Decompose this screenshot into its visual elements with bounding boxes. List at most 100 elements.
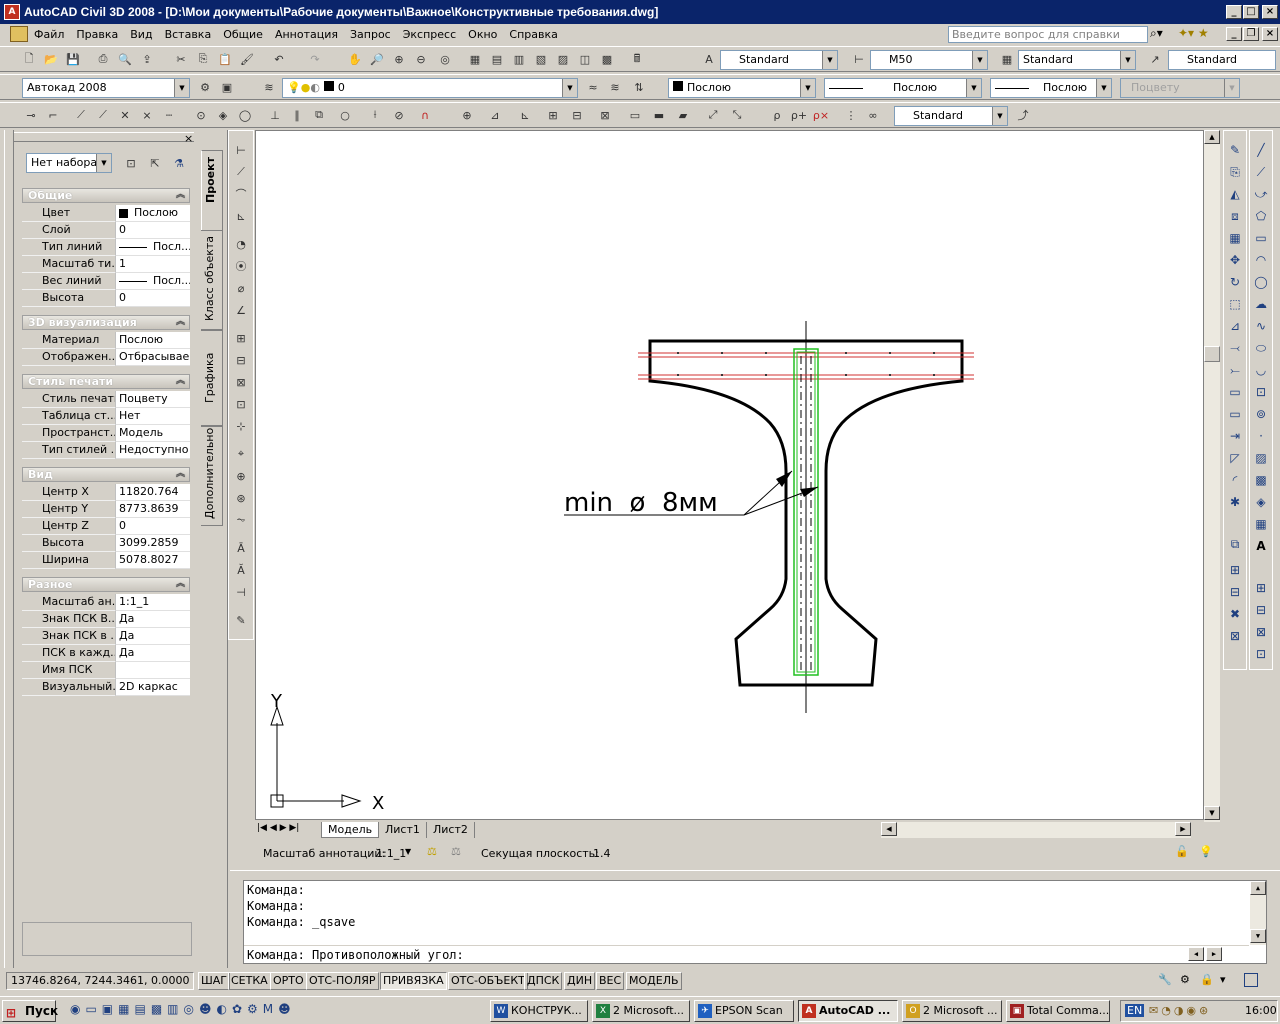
perpendicular-icon[interactable]: ⊥ — [266, 106, 284, 124]
multileader-add-icon[interactable]: ⤡ — [728, 106, 746, 124]
workspace-settings-icon[interactable]: ⚙ — [196, 78, 214, 96]
vertical-scrollbar[interactable]: ▲ ▼ — [1204, 130, 1220, 822]
circle-icon[interactable]: ◯ — [1252, 273, 1270, 291]
unlock-icon[interactable]: 🔓 — [1175, 845, 1189, 858]
explode-icon[interactable]: ✱ — [1226, 493, 1244, 511]
dim-style-icon[interactable]: ⊢ — [850, 50, 868, 68]
point-icon[interactable]: · — [1252, 427, 1270, 445]
aligned-dim-icon[interactable]: ⟋ — [232, 163, 250, 181]
chevron-down-icon[interactable]: ▼ — [822, 51, 837, 69]
diameter-dim-icon[interactable]: ⌀ — [232, 279, 250, 297]
view-4-icon[interactable]: ⊡ — [1252, 645, 1270, 663]
mleader-collect-icon[interactable]: ∞ — [864, 106, 882, 124]
make-block-icon[interactable]: ⊚ — [1252, 405, 1270, 423]
menu-view[interactable]: Вид — [124, 28, 158, 41]
model-toggle[interactable]: МОДЕЛЬ — [626, 972, 682, 990]
center-icon[interactable]: ⊙ — [192, 106, 210, 124]
property-row[interactable]: Слой 0 — [22, 222, 190, 239]
dim-style-manager-icon[interactable]: ▰ — [674, 106, 692, 124]
sheetset-icon[interactable]: ▧ — [532, 50, 550, 68]
view-1-icon[interactable]: ⊞ — [1252, 579, 1270, 597]
selection-select[interactable]: Нет набора ▼ — [26, 153, 112, 173]
endpoint-icon[interactable]: ⟋ — [72, 106, 90, 124]
dim-space-icon[interactable]: ⊠ — [596, 106, 614, 124]
radius-dim-icon[interactable]: ◔ — [232, 235, 250, 253]
property-row[interactable]: Тип стилей ... Недоступно — [22, 442, 190, 459]
search-icon[interactable]: ⌕▾ — [1150, 26, 1163, 41]
tangent-icon[interactable]: ◯ — [236, 106, 254, 124]
paste-icon[interactable]: 📋 — [216, 50, 234, 68]
linear-dim-icon[interactable]: ⊢ — [232, 141, 250, 159]
menu-window[interactable]: Окно — [462, 28, 503, 41]
status-menu-icon[interactable]: ▾ — [1220, 973, 1226, 986]
language-indicator[interactable]: EN — [1125, 1004, 1145, 1017]
dim-space-v-icon[interactable]: ⊡ — [232, 395, 250, 413]
toolpalettes-icon[interactable]: ▥ — [510, 50, 528, 68]
ellipse-arc-icon[interactable]: ◡ — [1252, 361, 1270, 379]
property-row[interactable]: Пространст... Модель — [22, 425, 190, 442]
node-icon[interactable]: ○ — [336, 106, 354, 124]
annotation-scale-value[interactable]: 1:1_1 — [376, 847, 406, 860]
property-row[interactable]: ПСК в кажд... Да — [22, 645, 190, 662]
inspect-icon[interactable]: ▭ — [626, 106, 644, 124]
delete-dup-icon[interactable]: ✖ — [1226, 605, 1244, 623]
table-style-select[interactable]: Standard ▼ — [1018, 50, 1136, 70]
ellipse-icon[interactable]: ⬭ — [1252, 339, 1270, 357]
autocad-app-icon[interactable]: A — [4, 4, 20, 20]
tray-icons[interactable]: ✉◔◑◉⊛ — [1149, 1004, 1211, 1017]
baseline-dim-icon[interactable]: ⊟ — [232, 351, 250, 369]
task-konstruk[interactable]: W КОНСТРУК... — [490, 1000, 588, 1022]
lineweight-select[interactable]: Послою ▼ — [990, 78, 1112, 98]
break-icon[interactable]: ▭ — [1226, 405, 1244, 423]
property-row[interactable]: Вес линий Посл... — [22, 273, 190, 290]
property-row[interactable]: Таблица ст... Нет — [22, 408, 190, 425]
property-value[interactable]: Послою — [115, 332, 190, 349]
property-value[interactable]: 8773.8639 — [115, 501, 190, 518]
dim-break-v-icon[interactable]: ⊹ — [232, 417, 250, 435]
dimtedit-icon[interactable]: Ă — [232, 561, 250, 579]
menu-edit[interactable]: Правка — [70, 28, 124, 41]
ordinate-dim-icon[interactable]: ⊾ — [232, 207, 250, 225]
task-microsoft-2[interactable]: O2 Microsoft ... — [902, 1000, 1002, 1022]
zoom-realtime-icon[interactable]: 🔎 — [368, 50, 386, 68]
chevron-down-icon[interactable]: ▼ — [1096, 79, 1111, 97]
property-row[interactable]: Стиль печати Поцвету — [22, 391, 190, 408]
palette-close-icon[interactable]: × — [184, 132, 193, 145]
table-style-icon[interactable]: ▦ — [998, 50, 1016, 68]
center-mark-icon[interactable]: ⊕ — [232, 467, 250, 485]
hatch-icon[interactable]: ▨ — [1252, 449, 1270, 467]
command-prompt[interactable]: Команда: Противоположный угол: — [247, 948, 464, 962]
chevron-down-icon[interactable]: ▼ — [96, 154, 111, 172]
chevron-down-icon[interactable]: ▼ — [992, 107, 1007, 125]
tab-object-class[interactable]: Класс объекта — [201, 230, 223, 330]
scale-icon[interactable]: ⬚ — [1226, 295, 1244, 313]
bring-front-icon[interactable]: ⊞ — [1226, 561, 1244, 579]
chevron-down-icon[interactable]: ▼ — [405, 847, 411, 856]
move-icon[interactable]: ✥ — [1226, 251, 1244, 269]
property-value[interactable]: Отбрасывае... — [115, 349, 190, 366]
extension-icon[interactable]: ┄ — [160, 106, 178, 124]
continue-dim-icon[interactable]: ⊠ — [232, 373, 250, 391]
coordinates-readout[interactable]: 13746.8264, 7244.3461, 0.0000 — [6, 972, 194, 990]
property-row[interactable]: Центр Y 8773.8639 — [22, 501, 190, 518]
collapse-icon[interactable]: ︽ — [176, 189, 185, 202]
undo-icon[interactable]: ↶ — [270, 50, 288, 68]
zoom-previous-icon[interactable]: ⊖ — [412, 50, 430, 68]
collapse-icon[interactable]: ︽ — [176, 316, 185, 329]
make-current-icon[interactable]: ≈ — [584, 78, 602, 96]
tab-graphics[interactable]: Графика — [201, 330, 223, 426]
layer-manager-icon[interactable]: ≋ — [260, 78, 278, 96]
dim-style-v-icon[interactable]: ✎ — [232, 611, 250, 629]
dyn-toggle[interactable]: ДИН — [564, 972, 596, 990]
doc-close-icon[interactable]: × — [1262, 27, 1278, 41]
property-row[interactable]: Центр X 11820.764 — [22, 484, 190, 501]
document-icon[interactable] — [10, 26, 28, 42]
stretch-icon[interactable]: ⊿ — [1226, 317, 1244, 335]
collapse-icon[interactable]: ︽ — [176, 578, 185, 591]
annotation-visibility-icon[interactable]: ⚖ — [427, 845, 437, 858]
linetype-select[interactable]: Послою ▼ — [824, 78, 982, 98]
doc-minimize-icon[interactable]: _ — [1226, 27, 1242, 41]
palette-side-bar[interactable] — [4, 130, 14, 968]
designcenter-icon[interactable]: ▤ — [488, 50, 506, 68]
array-icon[interactable]: ▦ — [1226, 229, 1244, 247]
